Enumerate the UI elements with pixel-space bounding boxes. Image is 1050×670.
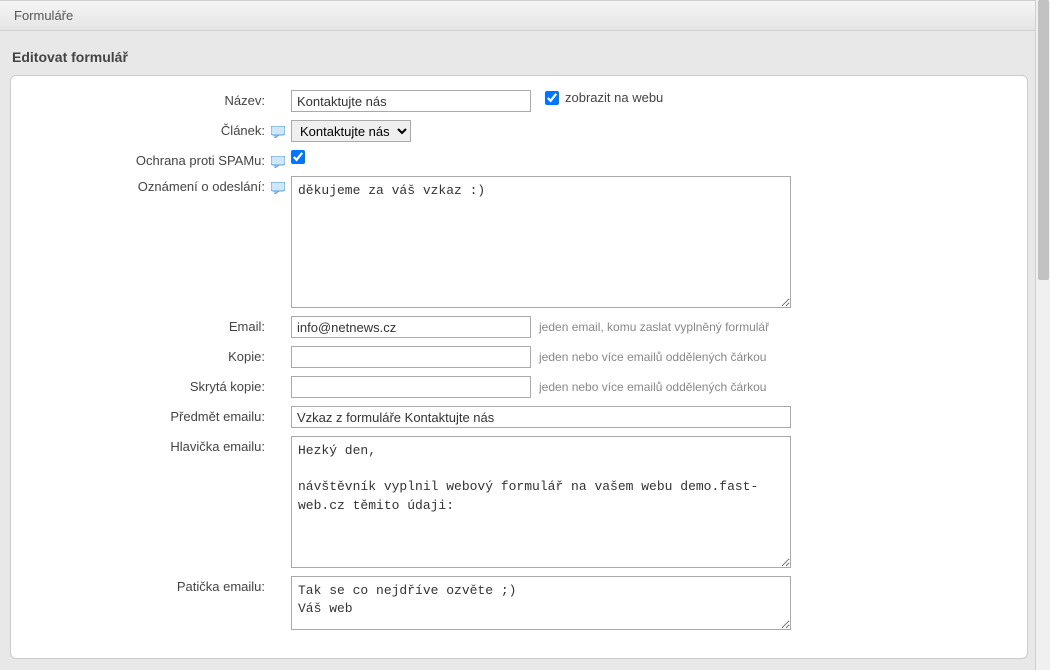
subject-input[interactable]: [291, 406, 791, 428]
help-icon[interactable]: [271, 126, 285, 138]
breadcrumb: Formuláře: [0, 0, 1035, 31]
label-spam: Ochrana proti SPAMu:: [21, 150, 271, 168]
help-spacer: [271, 316, 291, 319]
help-spacer: [271, 376, 291, 379]
row-notice: Oznámení o odeslání:: [21, 176, 1017, 308]
show-on-web-wrapper[interactable]: zobrazit na webu: [545, 90, 663, 105]
label-cc: Kopie:: [21, 346, 271, 364]
label-name: Název:: [21, 90, 271, 108]
article-select[interactable]: Kontaktujte nás: [291, 120, 411, 142]
content: Editovat formulář Název: zobrazit na web…: [0, 31, 1035, 659]
show-on-web-label: zobrazit na webu: [565, 90, 663, 105]
cc-hint: jeden nebo více emailů oddělených čárkou: [539, 346, 766, 364]
show-on-web-checkbox[interactable]: [545, 91, 559, 105]
label-bcc: Skrytá kopie:: [21, 376, 271, 394]
help-spacer: [271, 346, 291, 349]
row-name: Název: zobrazit na webu: [21, 90, 1017, 112]
breadcrumb-text: Formuláře: [14, 8, 73, 23]
row-subject: Předmět emailu:: [21, 406, 1017, 428]
scrollbar[interactable]: [1035, 0, 1050, 670]
help-spacer: [271, 576, 291, 579]
row-header: Hlavička emailu:: [21, 436, 1017, 568]
page-title: Editovat formulář: [10, 49, 1025, 65]
email-input[interactable]: [291, 316, 531, 338]
footer-textarea[interactable]: [291, 576, 791, 630]
help-icon[interactable]: [271, 156, 285, 168]
name-input[interactable]: [291, 90, 531, 112]
label-subject: Předmět emailu:: [21, 406, 271, 424]
cc-input[interactable]: [291, 346, 531, 368]
label-header: Hlavička emailu:: [21, 436, 271, 454]
label-notice: Oznámení o odeslání:: [21, 176, 271, 194]
form-panel: Název: zobrazit na webu Článek:: [10, 75, 1028, 659]
header-textarea[interactable]: [291, 436, 791, 568]
help-spacer: [271, 406, 291, 409]
email-hint: jeden email, komu zaslat vyplněný formul…: [539, 316, 769, 334]
notice-textarea[interactable]: [291, 176, 791, 308]
scrollbar-thumb[interactable]: [1038, 0, 1049, 280]
label-footer: Patička emailu:: [21, 576, 271, 594]
row-email: Email: jeden email, komu zaslat vyplněný…: [21, 316, 1017, 338]
page-root: Formuláře Editovat formulář Název: zobra…: [0, 0, 1050, 670]
bcc-hint: jeden nebo více emailů oddělených čárkou: [539, 376, 766, 394]
label-article: Článek:: [21, 120, 271, 138]
row-bcc: Skrytá kopie: jeden nebo více emailů odd…: [21, 376, 1017, 398]
row-spam: Ochrana proti SPAMu:: [21, 150, 1017, 168]
bcc-input[interactable]: [291, 376, 531, 398]
help-spacer: [271, 436, 291, 439]
label-email: Email:: [21, 316, 271, 334]
row-footer: Patička emailu:: [21, 576, 1017, 630]
help-spacer: [271, 90, 291, 93]
row-cc: Kopie: jeden nebo více emailů oddělených…: [21, 346, 1017, 368]
help-icon[interactable]: [271, 182, 285, 194]
spam-checkbox[interactable]: [291, 150, 305, 164]
row-article: Článek: Kontaktujte nás: [21, 120, 1017, 142]
